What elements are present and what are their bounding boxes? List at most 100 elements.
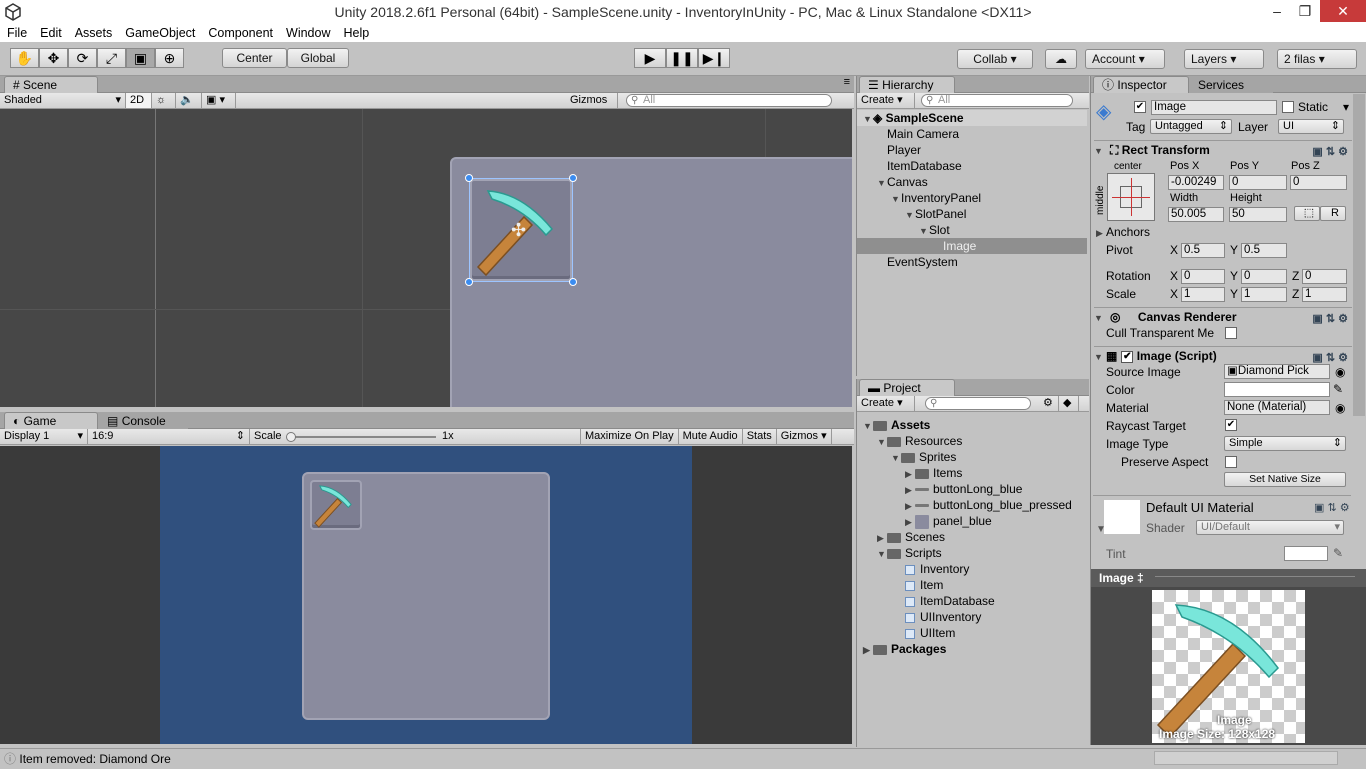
lighting-icon[interactable]: ☼ [152,93,176,108]
static-checkbox[interactable] [1282,101,1294,113]
menu-component[interactable]: Component [208,24,273,42]
layers-dropdown[interactable]: Layers ▾ [1184,49,1264,69]
component-settings-icon[interactable]: ▣ ⇅ ⚙ [1314,501,1362,514]
rot-x-field[interactable]: 0 [1181,269,1225,284]
tab-services[interactable]: Services [1189,75,1273,93]
hand-tool-icon[interactable]: ✋ [10,48,39,68]
canvas-renderer-header[interactable]: ▼ ◎ Canvas Renderer ▣ ⇅ ⚙ [1094,307,1352,325]
menu-help[interactable]: Help [343,24,369,42]
space-global-button[interactable]: Global [287,48,349,68]
project-sprite-panel-blue[interactable]: ▶ panel_blue [905,513,992,529]
maximize-button[interactable]: ❐ [1290,0,1320,22]
project-folder-assets[interactable]: ▼ Assets [863,417,930,433]
anchors-foldout[interactable]: ▶ Anchors [1096,224,1150,241]
scale-tool-icon[interactable]: ⤢ [97,48,126,68]
color-field[interactable] [1224,382,1330,397]
game-gizmos-dropdown[interactable]: Gizmos ▾ [777,429,832,444]
blueprint-mode-icon[interactable]: ⬚ [1294,206,1320,221]
source-image-field[interactable]: ▣Diamond Pick [1224,364,1330,379]
scene-search-input[interactable]: All [626,94,832,107]
width-field[interactable]: 50.005 [1168,207,1224,222]
resize-handle-br[interactable] [569,278,577,286]
menu-assets[interactable]: Assets [75,24,113,42]
image-enabled-checkbox[interactable]: ✔ [1121,350,1134,363]
material-field[interactable]: None (Material) [1224,400,1330,415]
object-name-field[interactable]: Image [1151,100,1277,115]
resize-handle-bl[interactable] [465,278,473,286]
hierarchy-item-image[interactable]: Image [857,238,1087,254]
pivot-center-button[interactable]: Center [222,48,287,68]
rect-tool-icon[interactable]: ▣ [126,48,155,68]
tab-console[interactable]: ▤ Console [98,411,188,429]
hierarchy-item-slot[interactable]: ▼Slot [857,222,1087,238]
audio-icon[interactable]: 🔈 [176,93,202,108]
hierarchy-search-input[interactable]: All [921,94,1073,107]
scene-root[interactable]: ▼◈ SampleScene [857,110,1087,126]
project-folder-resources[interactable]: ▼ Resources [877,433,962,449]
layer-dropdown[interactable]: UI ⇕ [1278,119,1344,134]
filter-label-icon[interactable]: ◆ [1059,396,1079,411]
effects-icon[interactable]: ▣ ▾ [202,93,236,108]
menu-gameobject[interactable]: GameObject [125,24,195,42]
menu-window[interactable]: Window [286,24,330,42]
set-native-size-button[interactable]: Set Native Size [1224,472,1346,487]
pivot-y-field[interactable]: 0.5 [1241,243,1287,258]
resize-handle-tl[interactable] [465,174,473,182]
shader-dropdown[interactable]: UI/Default ▾ [1196,520,1344,535]
image-script-header[interactable]: ▼ ▦ ✔ Image (Script) ▣ ⇅ ⚙ [1094,346,1352,364]
project-folder-scripts[interactable]: ▼ Scripts [877,545,942,561]
cloud-icon[interactable]: ☁ [1045,49,1077,69]
cull-checkbox[interactable] [1225,327,1237,339]
anchor-preset-button[interactable] [1107,173,1155,221]
game-canvas[interactable] [160,446,692,744]
project-create-dropdown[interactable]: Create ▾ [857,396,915,411]
menu-edit[interactable]: Edit [40,24,62,42]
object-picker-icon[interactable]: ◉ [1335,400,1345,416]
project-sprite-buttonlong-blue-pressed[interactable]: ▶ buttonLong_blue_pressed [905,497,1072,513]
eyedropper-icon[interactable]: ✎ [1333,545,1343,561]
static-dropdown-icon[interactable]: ▾ [1343,99,1349,115]
minimize-button[interactable]: – [1262,0,1292,22]
project-script-uiitem[interactable]: UIItem [905,625,955,641]
hierarchy-item-eventsystem[interactable]: EventSystem [857,254,1087,270]
scale-z-field[interactable]: 1 [1302,287,1347,302]
filter-type-icon[interactable]: ⚙ [1039,396,1059,411]
display-dropdown[interactable]: Display 1 ▾ [0,429,88,444]
image-type-dropdown[interactable]: Simple ⇕ [1224,436,1346,451]
hierarchy-item-main-camera[interactable]: Main Camera [857,126,1087,142]
component-settings-icon[interactable]: ▣ ⇅ ⚙ [1312,310,1348,328]
hierarchy-item-itemdatabase[interactable]: ItemDatabase [857,158,1087,174]
project-script-uiinventory[interactable]: UIInventory [905,609,981,625]
tag-dropdown[interactable]: Untagged ⇕ [1150,119,1232,134]
account-dropdown[interactable]: Account ▾ [1085,49,1165,69]
scene-gizmos-dropdown[interactable]: Gizmos ▾ [566,93,618,121]
project-script-item[interactable]: Item [905,577,943,593]
project-script-itemdatabase[interactable]: ItemDatabase [905,593,995,609]
posy-field[interactable]: 0 [1229,175,1287,190]
mute-audio-toggle[interactable]: Mute Audio [679,429,743,444]
status-bar[interactable]: ⓘ Item removed: Diamond Ore [0,748,1366,768]
project-sprite-buttonlong-blue[interactable]: ▶ buttonLong_blue [905,481,1022,497]
raw-edit-button[interactable]: R [1320,206,1346,221]
hierarchy-create-dropdown[interactable]: Create ▾ [857,93,915,108]
scale-y-field[interactable]: 1 [1241,287,1287,302]
project-folder-items[interactable]: ▶ Items [905,465,962,481]
step-icon[interactable]: ▶❙ [698,48,730,68]
project-folder-sprites[interactable]: ▼ Sprites [891,449,956,465]
inspector-scrollbar[interactable] [1353,94,1365,416]
rot-z-field[interactable]: 0 [1302,269,1347,284]
scale-slider[interactable]: Scale 1x [250,429,460,444]
maximize-on-play-toggle[interactable]: Maximize On Play [580,429,679,444]
project-folder-scenes[interactable]: ▶ Scenes [877,529,945,545]
move-gizmo-icon[interactable]: ✣ [511,220,526,241]
toggle-2d-button[interactable]: 2D [126,93,152,108]
move-tool-icon[interactable]: ✥ [39,48,68,68]
collab-button[interactable]: Collab ▾ [957,49,1033,69]
scene-viewport[interactable]: ✣ [0,109,852,407]
scale-x-field[interactable]: 1 [1181,287,1225,302]
hierarchy-item-player[interactable]: Player [857,142,1087,158]
layout-dropdown[interactable]: 2 filas ▾ [1277,49,1357,69]
hierarchy-item-canvas[interactable]: ▼Canvas [857,174,1087,190]
play-icon[interactable]: ▶ [634,48,666,68]
eyedropper-icon[interactable]: ✎ [1333,381,1343,397]
